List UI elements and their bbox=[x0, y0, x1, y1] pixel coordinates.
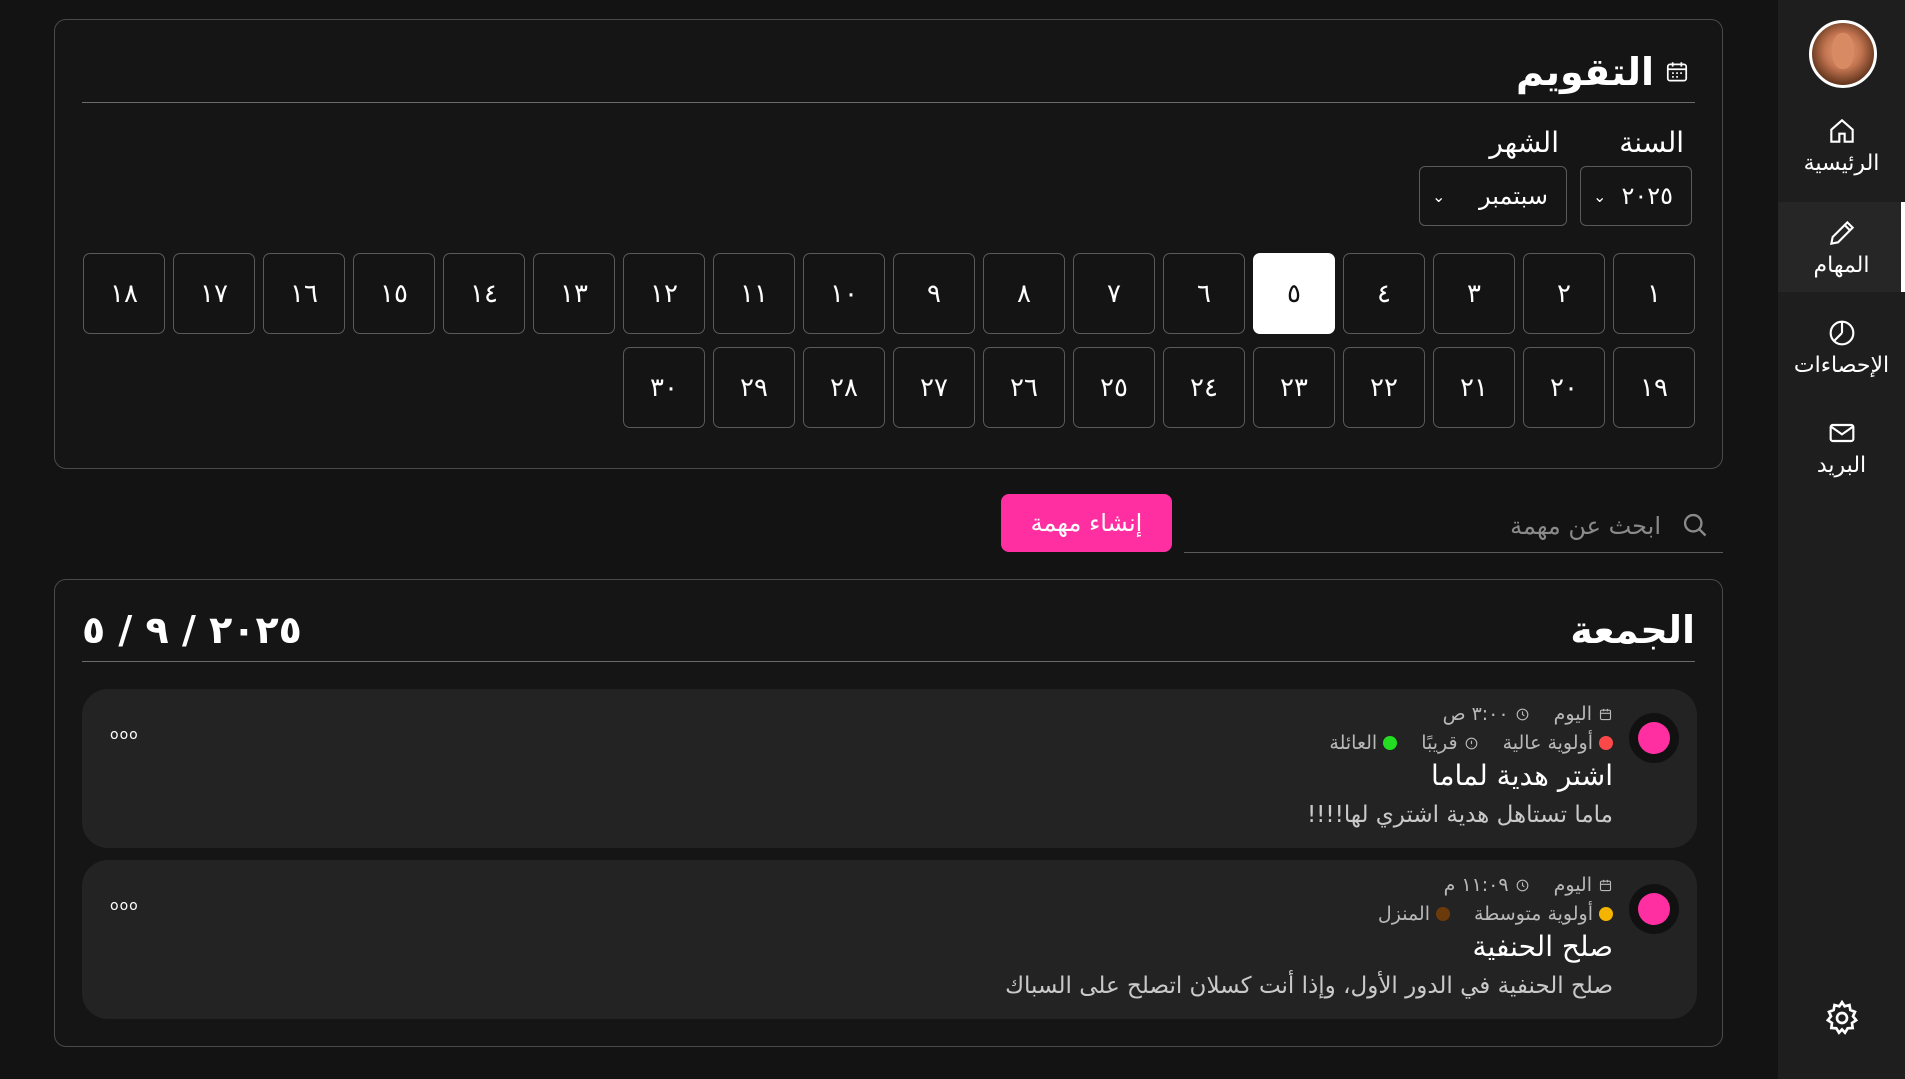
pie-chart-icon bbox=[1829, 320, 1854, 345]
day-cell[interactable]: ٢٨ bbox=[803, 347, 885, 428]
day-cell[interactable]: ٢١ bbox=[1433, 347, 1515, 428]
day-cell[interactable]: ١٧ bbox=[173, 253, 255, 334]
mail-icon bbox=[1829, 423, 1854, 442]
task-complete-toggle[interactable] bbox=[1629, 713, 1679, 763]
day-cell[interactable]: ١٢ bbox=[623, 253, 705, 334]
day-cell[interactable]: ٢٢ bbox=[1343, 347, 1425, 428]
sidebar-item-label: الإحصاءات bbox=[1793, 352, 1890, 378]
day-tasks-card: الجمعة ٢٠٢٥ / ٩ / ٥ اليوم ٣:٠٠ ص أولوية … bbox=[54, 579, 1723, 1047]
day-cell[interactable]: ١٩ bbox=[1613, 347, 1695, 428]
day-cell[interactable]: ٦ bbox=[1163, 253, 1245, 334]
more-options-icon[interactable]: ooo bbox=[110, 727, 139, 743]
task-meta-tags: أولوية متوسطة المنزل bbox=[1378, 903, 1613, 925]
sidebar-item-label: المهام bbox=[1813, 252, 1870, 278]
month-label: الشهر bbox=[1489, 126, 1559, 159]
task-meta-datetime: اليوم ٣:٠٠ ص bbox=[1443, 703, 1613, 725]
month-select[interactable]: سبتمبر ⌄ bbox=[1419, 166, 1567, 226]
pencil-icon bbox=[1829, 220, 1854, 245]
task-time: ٣:٠٠ ص bbox=[1442, 703, 1509, 725]
day-cell[interactable]: ١٠ bbox=[803, 253, 885, 334]
weekday-title: الجمعة bbox=[1570, 608, 1695, 652]
sidebar-item-mail[interactable]: البريد bbox=[1778, 402, 1905, 492]
clock-icon bbox=[1516, 708, 1528, 720]
sidebar-item-home[interactable]: الرئيسية bbox=[1778, 100, 1905, 190]
search-input[interactable] bbox=[1221, 508, 1661, 544]
year-value: ٢٠٢٥ bbox=[1621, 182, 1673, 210]
calendar-title: التقويم bbox=[1516, 50, 1690, 94]
task-meta-tags: أولوية عالية قريبًا العائلة bbox=[1329, 732, 1613, 754]
alert-circle-icon bbox=[1465, 737, 1477, 749]
task-priority: أولوية عالية bbox=[1502, 732, 1593, 754]
task-category: العائلة bbox=[1329, 732, 1378, 754]
sidebar-item-tasks[interactable]: المهام bbox=[1778, 202, 1905, 292]
day-cell[interactable]: ١٥ bbox=[353, 253, 435, 334]
task-priority: أولوية متوسطة bbox=[1474, 903, 1593, 925]
day-cell[interactable]: ٣٠ bbox=[623, 347, 705, 428]
day-cell[interactable]: ٢٥ bbox=[1073, 347, 1155, 428]
task-date: اليوم bbox=[1553, 703, 1592, 725]
day-cell[interactable]: ١٨ bbox=[83, 253, 165, 334]
more-options-icon[interactable]: ooo bbox=[110, 898, 139, 914]
day-cell[interactable]: ٧ bbox=[1073, 253, 1155, 334]
sidebar-item-stats[interactable]: الإحصاءات bbox=[1778, 302, 1905, 392]
day-cell[interactable]: ١ bbox=[1613, 253, 1695, 334]
day-cell[interactable]: ١٦ bbox=[263, 253, 345, 334]
avatar[interactable] bbox=[1809, 20, 1877, 88]
day-cell[interactable]: ٢٠ bbox=[1523, 347, 1605, 428]
priority-dot bbox=[1599, 907, 1613, 921]
day-cell[interactable]: ١٣ bbox=[533, 253, 615, 334]
calendar-card: التقويم السنة ٢٠٢٥ ⌄ الشهر سبتمبر ⌄ ١٢٣٤… bbox=[54, 19, 1723, 469]
sidebar-item-label: البريد bbox=[1816, 452, 1867, 478]
divider bbox=[82, 102, 1695, 103]
year-label: السنة bbox=[1619, 126, 1684, 159]
day-cell[interactable]: ١٤ bbox=[443, 253, 525, 334]
task-title: صلح الحنفية bbox=[1472, 930, 1613, 963]
day-cell[interactable]: ٤ bbox=[1343, 253, 1425, 334]
task-date: اليوم bbox=[1553, 874, 1592, 896]
year-select[interactable]: ٢٠٢٥ ⌄ bbox=[1580, 166, 1692, 226]
category-dot bbox=[1436, 907, 1450, 921]
settings-button[interactable] bbox=[1822, 998, 1862, 1038]
day-cell[interactable]: ٢٧ bbox=[893, 347, 975, 428]
calendar-icon bbox=[1666, 62, 1688, 82]
day-cell[interactable]: ٢ bbox=[1523, 253, 1605, 334]
search-icon bbox=[1683, 513, 1707, 537]
day-cell[interactable]: ٨ bbox=[983, 253, 1065, 334]
sidebar: الرئيسية المهام الإحصاءات البريد bbox=[1778, 0, 1905, 1079]
day-cell[interactable]: ٢٦ bbox=[983, 347, 1065, 428]
day-cell[interactable]: ٣ bbox=[1433, 253, 1515, 334]
task-item[interactable]: اليوم ١١:٠٩ م أولوية متوسطة المنزل صلح ا… bbox=[82, 860, 1697, 1019]
day-cell[interactable]: ٥ bbox=[1253, 253, 1335, 334]
day-cell[interactable]: ١١ bbox=[713, 253, 795, 334]
home-icon bbox=[1829, 118, 1854, 143]
month-value: سبتمبر bbox=[1479, 182, 1548, 210]
clock-icon bbox=[1516, 879, 1528, 891]
task-title: اشتر هدية لماما bbox=[1431, 759, 1613, 792]
day-cell[interactable]: ٢٤ bbox=[1163, 347, 1245, 428]
day-cell[interactable]: ٢٣ bbox=[1253, 347, 1335, 428]
calendar-icon bbox=[1599, 708, 1612, 720]
task-meta-datetime: اليوم ١١:٠٩ م bbox=[1444, 874, 1613, 896]
priority-dot bbox=[1599, 736, 1613, 750]
task-time: ١١:٠٩ م bbox=[1443, 874, 1509, 896]
day-cell[interactable]: ٩ bbox=[893, 253, 975, 334]
task-item[interactable]: اليوم ٣:٠٠ ص أولوية عالية قريبًا العائلة… bbox=[82, 689, 1697, 848]
task-description: صلح الحنفية في الدور الأول، وإذا أنت كسل… bbox=[1005, 973, 1613, 999]
task-category: المنزل bbox=[1377, 903, 1430, 925]
chevron-down-icon: ⌄ bbox=[1432, 186, 1446, 206]
day-cell[interactable]: ٢٩ bbox=[713, 347, 795, 428]
category-dot bbox=[1383, 736, 1398, 750]
gear-icon bbox=[1825, 999, 1859, 1035]
create-task-button[interactable]: إنشاء مهمة bbox=[1001, 494, 1172, 552]
chevron-down-icon: ⌄ bbox=[1593, 186, 1607, 206]
sidebar-item-label: الرئيسية bbox=[1803, 150, 1880, 176]
divider bbox=[82, 661, 1695, 662]
date-title: ٢٠٢٥ / ٩ / ٥ bbox=[82, 608, 302, 652]
search-bar bbox=[1184, 500, 1723, 553]
task-complete-toggle[interactable] bbox=[1629, 884, 1679, 934]
task-description: ماما تستاهل هدية اشتري لها!!!! bbox=[1306, 802, 1613, 828]
task-status: قريبًا bbox=[1421, 732, 1458, 754]
calendar-icon bbox=[1599, 879, 1612, 891]
day-grid: ١ ٢ ٣ ٤ ٥ ٦ ٧ ٨ ٩ ١٠ ١١ ١٢ ١٣ ١٤ ١٥ ١٦ ١٧ ١٨ ١٩ ٢٠ ٢١ ٢٢ ٢٣ ٢٤ ٢… bbox=[78, 253, 1695, 428]
